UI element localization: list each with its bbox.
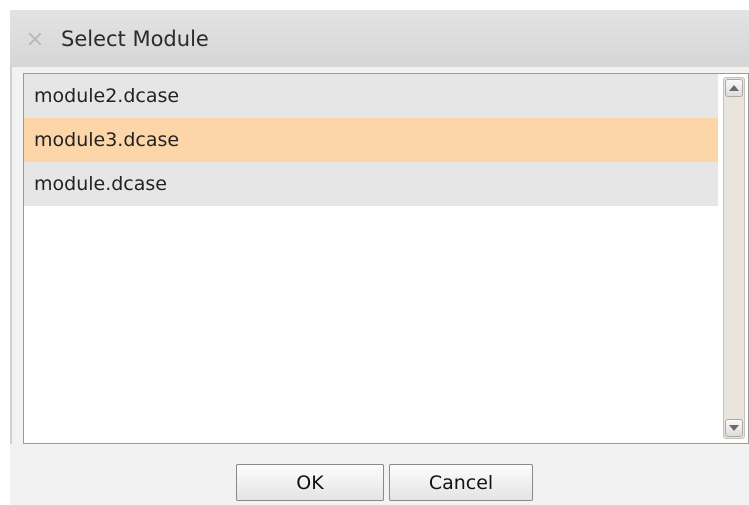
arrow-up-icon [729,85,739,91]
button-row: OK Cancel [10,444,749,505]
title-bar: Select Module [10,10,749,67]
list-item-module2[interactable]: module2.dcase [24,74,718,118]
scroll-down-button[interactable] [725,419,743,437]
scroll-up-button[interactable] [725,79,743,97]
module-list-items: module2.dcase module3.dcase module.dcase [24,74,718,206]
list-item-module[interactable]: module.dcase [24,162,718,206]
module-list[interactable]: module2.dcase module3.dcase module.dcase [23,73,749,444]
dialog-left-edge [10,67,12,505]
select-module-dialog: Select Module module2.dcase module3.dcas… [10,10,749,505]
ok-button[interactable]: OK [236,464,384,501]
list-item-module3[interactable]: module3.dcase [24,118,718,162]
cancel-button[interactable]: Cancel [389,464,533,501]
dialog-title: Select Module [61,26,209,51]
vertical-scrollbar[interactable] [723,77,745,439]
arrow-down-icon [729,425,739,431]
close-icon[interactable] [28,32,42,46]
